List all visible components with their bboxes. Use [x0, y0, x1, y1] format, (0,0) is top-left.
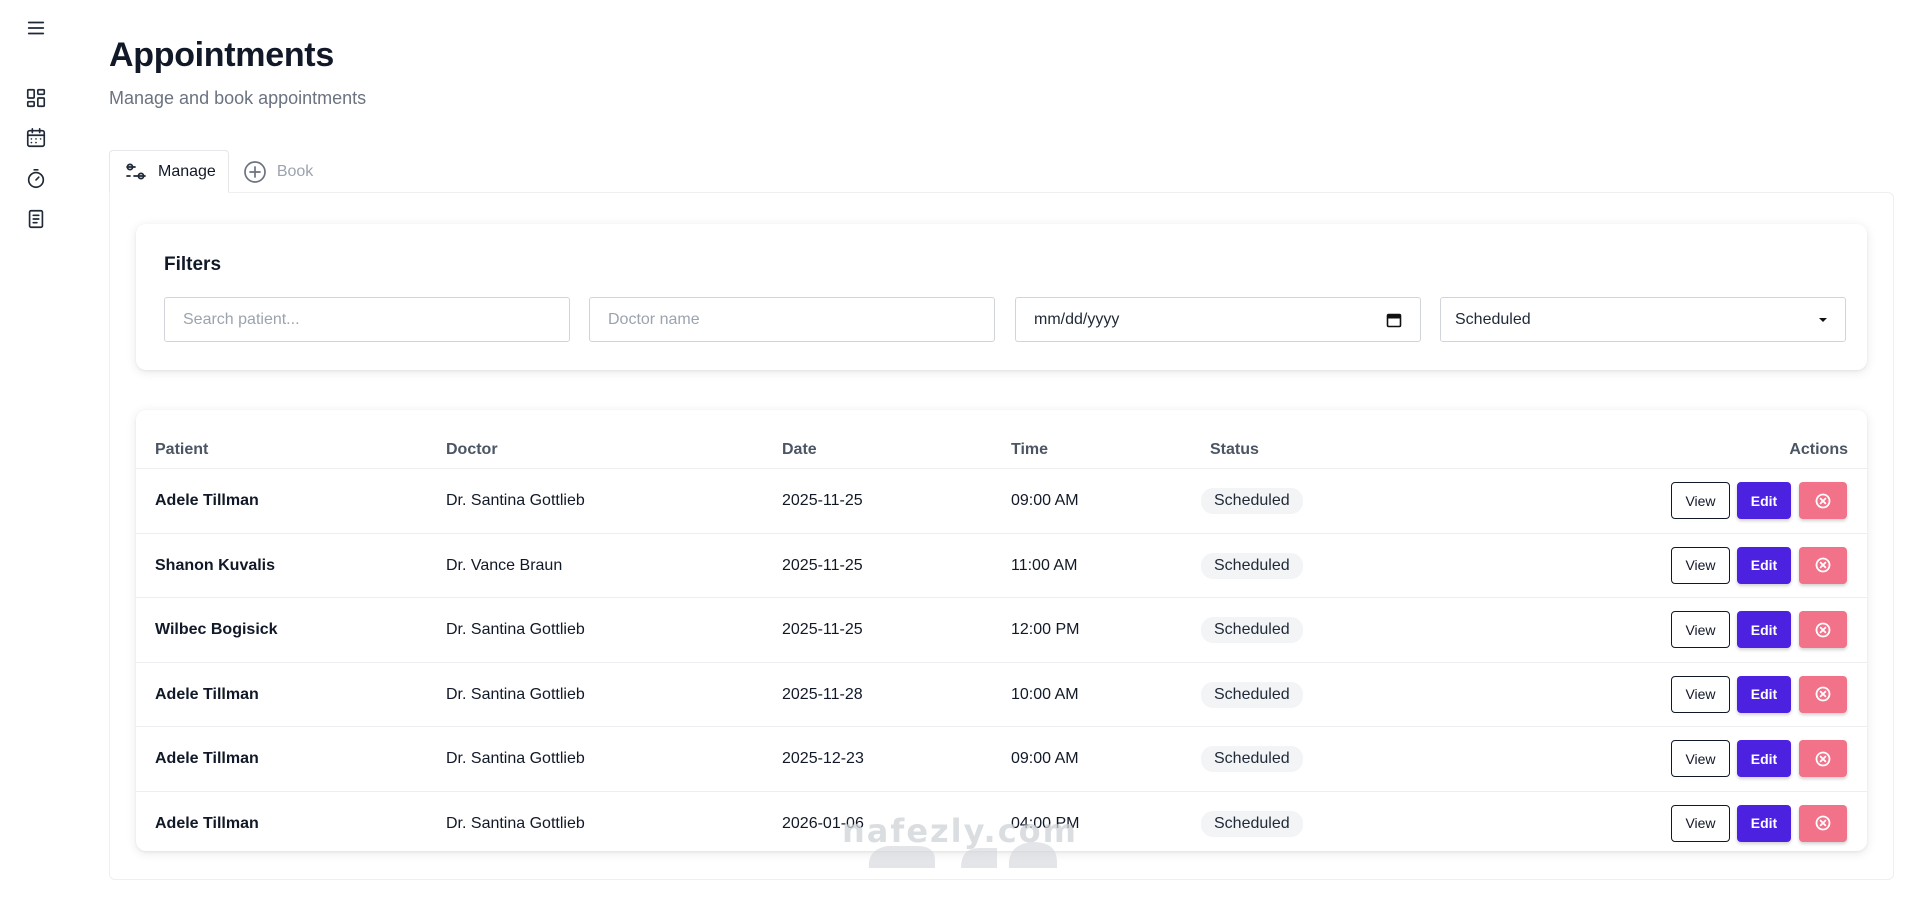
close-circle-icon: [1815, 493, 1831, 508]
cell-status: Scheduled: [1201, 534, 1303, 598]
cancel-appointment-button[interactable]: [1799, 675, 1847, 713]
table-row: Adele Tillman Dr. Santina Gottlieb 2025-11…: [136, 468, 1867, 532]
filters-card: Filters mm/dd/yyyy Scheduled: [136, 224, 1867, 370]
column-header-doctor: Doctor: [446, 441, 498, 458]
cell-patient: Shanon Kuvalis: [155, 556, 276, 574]
close-circle-icon: [1815, 622, 1831, 637]
tab-manage[interactable]: Manage: [109, 150, 229, 193]
cancel-appointment-button[interactable]: [1799, 740, 1847, 777]
column-header-time: Time: [1011, 441, 1049, 458]
status-badge: Scheduled: [1201, 488, 1303, 514]
cell-status: Scheduled: [1201, 727, 1303, 791]
cell-doctor: Dr. Santina Gottlieb: [446, 750, 585, 767]
table-row: Adele Tillman Dr. Santina Gottlieb 2025-12…: [136, 726, 1867, 790]
dashboard-icon[interactable]: [24, 86, 48, 110]
column-header-date: Date: [782, 441, 817, 458]
edit-button[interactable]: Edit: [1737, 611, 1791, 648]
cancel-appointment-button[interactable]: [1799, 611, 1847, 648]
tab-book[interactable]: Book: [229, 150, 325, 193]
sliders-icon: [126, 163, 146, 179]
column-header-actions: Actions: [1789, 441, 1848, 458]
cell-date: 2025-11-25: [782, 492, 863, 509]
cell-doctor: Dr. Santina Gottlieb: [446, 685, 585, 703]
page-subtitle: Manage and book appointments: [109, 88, 367, 108]
status-badge: Scheduled: [1201, 746, 1303, 772]
cell-time: 09:00 AM: [1011, 750, 1079, 767]
cell-date: 2025-11-25: [782, 556, 863, 574]
edit-button[interactable]: Edit: [1737, 740, 1791, 777]
close-circle-icon: [1815, 815, 1831, 831]
close-circle-icon: [1815, 751, 1831, 766]
cell-doctor: Dr. Santina Gottlieb: [446, 814, 585, 832]
status-badge: Scheduled: [1201, 617, 1303, 643]
cell-time: 10:00 AM: [1011, 685, 1079, 703]
cell-doctor: Dr. Vance Braun: [446, 556, 563, 574]
filters-title: Filters: [164, 254, 222, 275]
cell-doctor: Dr. Santina Gottlieb: [446, 492, 585, 509]
close-circle-icon: [1815, 686, 1831, 702]
cell-status: Scheduled: [1201, 469, 1303, 533]
page-title: Appointments: [109, 36, 334, 74]
calendar-picker-icon[interactable]: [1386, 312, 1402, 328]
cell-date: 2025-11-25: [782, 621, 863, 638]
cell-status: Scheduled: [1201, 598, 1303, 662]
edit-button[interactable]: Edit: [1737, 804, 1791, 842]
cell-patient: Adele Tillman: [155, 492, 259, 509]
cell-time: 09:00 AM: [1011, 492, 1079, 509]
tab-manage-label: Manage: [158, 162, 216, 180]
view-button[interactable]: View: [1671, 611, 1730, 648]
tab-bar: Manage Book: [109, 150, 325, 193]
view-button[interactable]: View: [1671, 482, 1730, 519]
cell-date: 2026-01-06: [782, 814, 864, 832]
column-header-patient: Patient: [155, 441, 209, 458]
doctor-name-input[interactable]: [589, 297, 995, 342]
cell-time: 12:00 PM: [1011, 621, 1080, 638]
view-button[interactable]: View: [1671, 675, 1730, 713]
status-badge: Scheduled: [1201, 552, 1303, 579]
table-row: Shanon Kuvalis Dr. Vance Braun 2025-11-25 1…: [136, 532, 1867, 598]
table-row: Adele Tillman Dr. Santina Gottlieb 2025-11…: [136, 661, 1867, 727]
document-icon[interactable]: [24, 207, 48, 231]
calendar-icon[interactable]: [24, 126, 48, 150]
plus-circle-icon: [243, 160, 266, 183]
chevron-down-icon: [1819, 317, 1827, 322]
view-button[interactable]: View: [1671, 804, 1730, 842]
date-input[interactable]: mm/dd/yyyy: [1015, 297, 1421, 342]
cell-time: 11:00 AM: [1011, 556, 1078, 574]
table-row: Adele Tillman Dr. Santina Gottlieb 2026-01…: [136, 790, 1867, 852]
cell-patient: Adele Tillman: [155, 814, 259, 832]
date-input-value: mm/dd/yyyy: [1034, 310, 1120, 328]
cell-patient: Adele Tillman: [155, 750, 259, 767]
status-select-value: Scheduled: [1455, 310, 1531, 328]
cell-time: 04:00 PM: [1011, 814, 1080, 832]
cell-patient: Adele Tillman: [155, 685, 259, 703]
appointments-table: Patient Doctor Date Time Status Actions …: [136, 410, 1867, 851]
edit-button[interactable]: Edit: [1737, 482, 1791, 519]
status-badge: Scheduled: [1201, 681, 1303, 708]
edit-button[interactable]: Edit: [1737, 546, 1791, 584]
table-row: Wilbec Bogisick Dr. Santina Gottlieb 2025-…: [136, 597, 1867, 661]
view-button[interactable]: View: [1671, 546, 1730, 584]
menu-icon[interactable]: [24, 16, 48, 40]
timer-icon[interactable]: [24, 167, 48, 191]
cell-patient: Wilbec Bogisick: [155, 621, 278, 638]
close-circle-icon: [1815, 557, 1831, 573]
cancel-appointment-button[interactable]: [1799, 804, 1847, 842]
tab-book-label: Book: [276, 162, 314, 180]
column-header-status: Status: [1210, 441, 1259, 458]
search-patient-input[interactable]: [164, 297, 570, 342]
edit-button[interactable]: Edit: [1737, 675, 1791, 713]
cell-status: Scheduled: [1201, 663, 1303, 727]
cancel-appointment-button[interactable]: [1799, 546, 1847, 584]
cell-date: 2025-12-23: [782, 750, 864, 767]
status-select[interactable]: Scheduled: [1440, 297, 1846, 342]
cancel-appointment-button[interactable]: [1799, 482, 1847, 519]
view-button[interactable]: View: [1671, 740, 1730, 777]
cell-date: 2025-11-28: [782, 685, 863, 703]
cell-doctor: Dr. Santina Gottlieb: [446, 621, 585, 638]
status-badge: Scheduled: [1201, 810, 1303, 837]
cell-status: Scheduled: [1201, 792, 1303, 852]
